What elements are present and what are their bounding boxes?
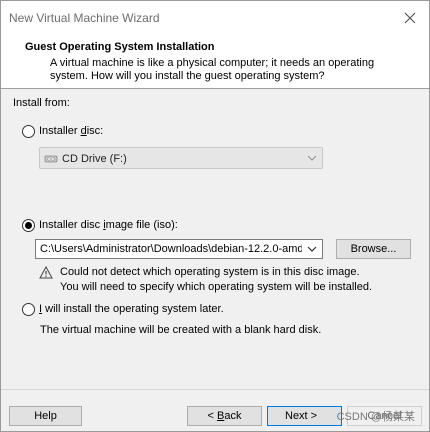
watermark-text: CSDN @杨某某 [336,411,415,423]
wizard-window: New Virtual Machine Wizard Guest Operati… [0,0,430,432]
cd-drive-select: CD Drive (F:) [39,147,323,169]
close-icon[interactable] [399,7,421,29]
page-title: Guest Operating System Installation [25,41,215,53]
next-button[interactable]: Next > [267,406,342,426]
browse-button[interactable]: Browse... [336,239,411,259]
install-from-label: Install from: [13,97,70,109]
installer-disc-label[interactable]: Installer disc: [39,125,103,137]
chevron-down-icon [306,152,318,167]
iso-image-radio[interactable] [22,219,35,232]
cd-drive-icon [44,152,58,169]
wizard-header: Guest Operating System Installation A vi… [1,35,429,89]
iso-image-label[interactable]: Installer disc image file (iso): [39,219,178,231]
install-later-label[interactable]: I will install the operating system late… [39,303,224,315]
help-button[interactable]: Help [9,406,82,426]
footer-divider [1,389,429,390]
title-bar: New Virtual Machine Wizard [1,1,429,35]
warning-icon [39,265,53,282]
iso-path-value[interactable]: C:\Users\Administrator\Downloads\debian-… [40,243,302,255]
back-button[interactable]: < Back [187,406,262,426]
page-description: A virtual machine is like a physical com… [50,57,375,82]
cd-drive-value: CD Drive (F:) [62,153,127,165]
window-title: New Virtual Machine Wizard [9,11,160,25]
warning-line-1: Could not detect which operating system … [60,266,360,278]
iso-path-combobox[interactable]: C:\Users\Administrator\Downloads\debian-… [35,239,323,259]
warning-message: Could not detect which operating system … [60,265,372,295]
install-later-radio[interactable] [22,303,35,316]
chevron-down-icon[interactable] [306,243,318,258]
install-later-description: The virtual machine will be created with… [40,324,322,336]
installer-disc-radio[interactable] [22,125,35,138]
warning-line-2: You will need to specify which operating… [60,281,373,293]
